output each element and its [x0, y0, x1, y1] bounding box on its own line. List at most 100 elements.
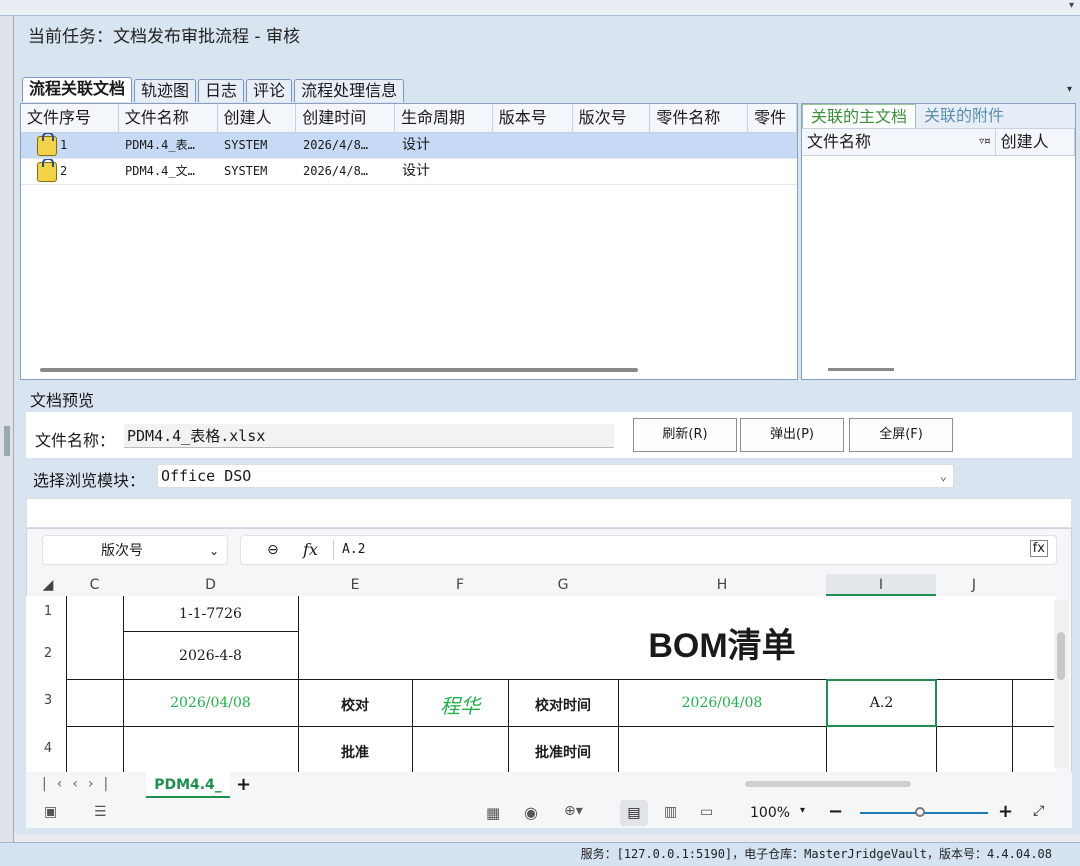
- fullscreen-button[interactable]: 全屏(F): [849, 418, 953, 452]
- sheet-tab[interactable]: PDM4.4_: [146, 772, 230, 798]
- left-splitter[interactable]: [0, 16, 14, 866]
- related-col-name[interactable]: 文件名称: [807, 132, 871, 151]
- center-icon[interactable]: ⊕▾: [564, 803, 583, 819]
- zoom-slider-thumb[interactable]: [915, 807, 925, 817]
- table-row[interactable]: 1 PDM4.4_表… SYSTEM 2026/4/8… 设计: [21, 133, 797, 159]
- cell-e4[interactable]: 批准: [298, 742, 412, 762]
- col-i[interactable]: I: [826, 574, 936, 596]
- tab-main-doc[interactable]: 关联的主文档: [802, 104, 917, 128]
- grid-header: 文件序号 文件名称 创建人 创建时间 生命周期 版本号 版次号 零件名称 零件: [21, 104, 797, 133]
- cell-f3-signature[interactable]: 程华: [412, 690, 508, 719]
- zoom-in-icon[interactable]: +: [998, 801, 1013, 822]
- sheet-hscroll[interactable]: [745, 781, 911, 787]
- bom-title[interactable]: BOM清单: [618, 618, 826, 667]
- grid-scrollbar[interactable]: [40, 368, 638, 372]
- top-strip: [0, 0, 1080, 16]
- sheet-vscroll[interactable]: [1054, 600, 1068, 768]
- col-g[interactable]: G: [508, 574, 618, 596]
- col-header-part-name[interactable]: 零件名称: [650, 104, 749, 132]
- select-all-icon[interactable]: ◢: [40, 574, 56, 596]
- col-c[interactable]: C: [66, 574, 123, 596]
- refresh-button[interactable]: 刷新(R): [633, 418, 737, 452]
- zoom-formula-icon[interactable]: ⊖: [267, 542, 279, 558]
- normal-view-icon[interactable]: ▤: [620, 800, 648, 826]
- fx-icon[interactable]: fx: [303, 540, 318, 559]
- row-name: PDM4.4_表…: [125, 138, 195, 152]
- add-sheet-icon[interactable]: +: [236, 774, 251, 795]
- col-e[interactable]: E: [298, 574, 412, 596]
- documents-grid: 文件序号 文件名称 创建人 创建时间 生命周期 版本号 版次号 零件名称 零件 …: [20, 103, 798, 380]
- zoom-dropdown-icon[interactable]: ▾: [800, 805, 805, 816]
- col-f[interactable]: F: [412, 574, 508, 596]
- outline-icon[interactable]: ☰: [94, 804, 107, 820]
- name-box[interactable]: 版次号 ⌄: [42, 535, 228, 565]
- zoom-out-icon[interactable]: −: [828, 801, 843, 822]
- cell-e3[interactable]: 校对: [298, 695, 412, 715]
- splitter-grip[interactable]: [4, 426, 10, 456]
- related-header: 文件名称 ▿¤ 创建人: [802, 128, 1075, 156]
- tab-log[interactable]: 日志: [198, 79, 245, 102]
- related-col-creator[interactable]: 创建人: [996, 129, 1075, 155]
- col-h[interactable]: H: [618, 574, 826, 596]
- cell-i3-selected[interactable]: A.2: [826, 679, 937, 727]
- col-header-name[interactable]: 文件名称: [119, 104, 218, 132]
- tab-track-chart[interactable]: 轨迹图: [134, 79, 197, 102]
- cell-d3[interactable]: 2026/04/08: [123, 695, 298, 711]
- dropdown-arrow-icon[interactable]: ▾: [1069, 0, 1074, 11]
- table-view-icon[interactable]: ▦: [486, 804, 500, 822]
- cell-h3[interactable]: 2026/04/08: [618, 695, 826, 711]
- chevron-down-icon: ⌄: [208, 544, 219, 558]
- eye-icon[interactable]: ◉: [524, 803, 538, 822]
- tab-related-docs[interactable]: 流程关联文档: [22, 77, 133, 102]
- cell-g4[interactable]: 批准时间: [508, 742, 618, 762]
- row-name: PDM4.4_文…: [125, 164, 195, 178]
- row-3[interactable]: 3: [30, 693, 66, 708]
- main-tabs: 流程关联文档 轨迹图 日志 评论 流程处理信息: [22, 77, 406, 102]
- col-header-seq[interactable]: 文件序号: [21, 104, 119, 132]
- row-creator: SYSTEM: [224, 164, 268, 178]
- tabs-dropdown-icon[interactable]: ▾: [1067, 84, 1072, 95]
- col-d[interactable]: D: [123, 574, 298, 596]
- related-tabs: 关联的主文档 关联的附件: [802, 104, 1075, 128]
- lock-icon: [37, 133, 57, 156]
- popup-button[interactable]: 弹出(P): [740, 418, 844, 452]
- row-seq: 1: [60, 138, 68, 152]
- cell-d1[interactable]: 1-1-7726: [123, 606, 298, 622]
- row-4[interactable]: 4: [30, 741, 66, 756]
- tab-comments[interactable]: 评论: [246, 79, 293, 102]
- filter-icon[interactable]: ▿¤: [979, 129, 990, 155]
- module-select[interactable]: Office DSO ⌄: [157, 464, 954, 488]
- sheet-nav-icons[interactable]: |‹‹›|: [42, 776, 118, 792]
- col-header-part[interactable]: 零件: [748, 104, 797, 132]
- file-name-field[interactable]: PDM4.4_表格.xlsx: [124, 424, 614, 448]
- cell-d2[interactable]: 2026-4-8: [123, 648, 298, 664]
- col-header-revision[interactable]: 版次号: [573, 104, 651, 132]
- tab-process-info[interactable]: 流程处理信息: [294, 79, 405, 102]
- col-header-version[interactable]: 版本号: [493, 104, 573, 132]
- related-scrollbar[interactable]: [828, 368, 894, 371]
- insert-function-icon[interactable]: fx: [1029, 540, 1048, 557]
- tab-attachments[interactable]: 关联的附件: [916, 104, 1012, 128]
- row-lifecycle: 设计: [402, 163, 430, 179]
- page-break-icon[interactable]: ▭: [700, 804, 713, 820]
- zoom-level[interactable]: 100%: [750, 805, 790, 821]
- module-value: Office DSO: [161, 467, 252, 485]
- col-header-lifecycle[interactable]: 生命周期: [395, 104, 493, 132]
- expand-icon[interactable]: ⤢: [1033, 803, 1044, 819]
- formula-value: A.2: [342, 542, 366, 557]
- row-2[interactable]: 2: [30, 646, 66, 661]
- macro-icon[interactable]: ▣: [44, 804, 57, 820]
- table-row[interactable]: 2 PDM4.4_文… SYSTEM 2026/4/8… 设计: [21, 159, 797, 185]
- module-label: 选择浏览模块：: [33, 471, 146, 490]
- col-header-created[interactable]: 创建时间: [296, 104, 396, 132]
- chevron-down-icon: ⌄: [939, 469, 947, 483]
- file-name-label: 文件名称：: [35, 431, 116, 450]
- cell-g3[interactable]: 校对时间: [508, 695, 618, 715]
- formula-bar[interactable]: ⊖ fx A.2 fx: [240, 535, 1057, 565]
- related-pane: 关联的主文档 关联的附件 文件名称 ▿¤ 创建人: [801, 103, 1076, 380]
- col-j[interactable]: J: [936, 574, 1012, 596]
- vscroll-thumb[interactable]: [1057, 632, 1065, 680]
- row-1[interactable]: 1: [30, 604, 66, 619]
- page-layout-icon[interactable]: ▥: [664, 804, 677, 820]
- col-header-creator[interactable]: 创建人: [218, 104, 297, 132]
